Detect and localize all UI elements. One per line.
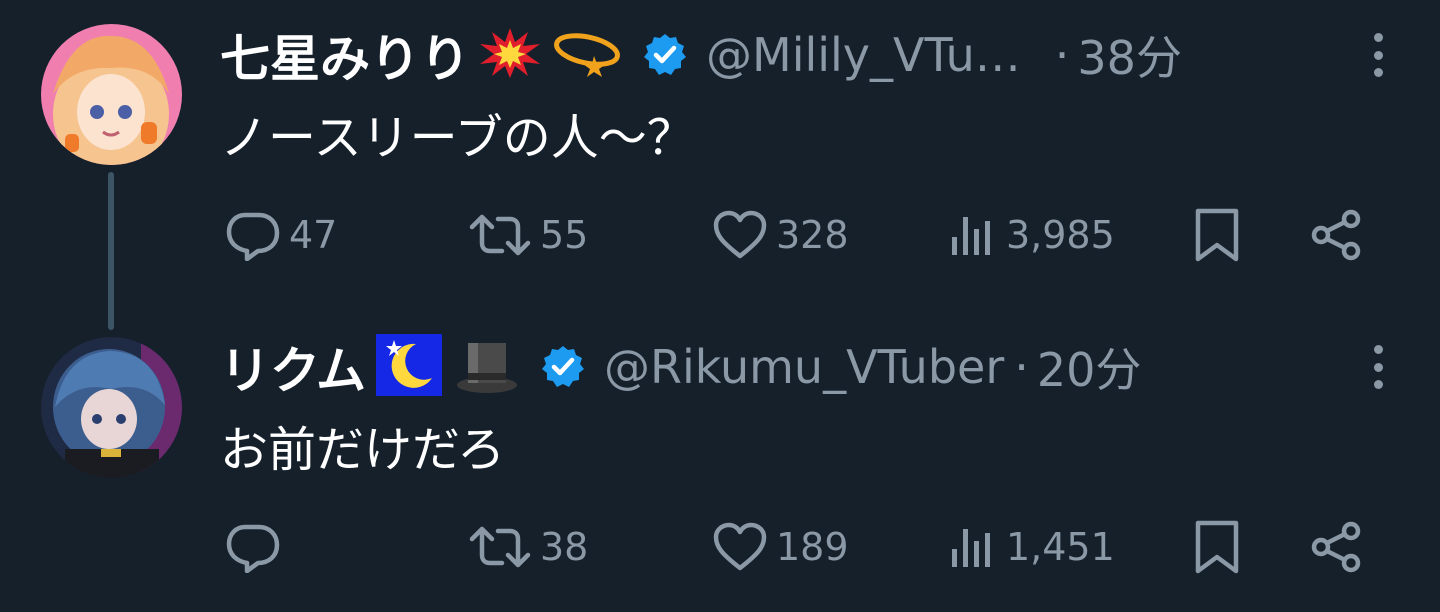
bookmark-icon <box>1195 520 1239 574</box>
views-button[interactable]: 1,451 <box>948 517 1115 577</box>
more-options-icon[interactable] <box>1370 33 1386 77</box>
reply-icon <box>226 212 280 261</box>
share-icon <box>1311 521 1361 573</box>
verified-badge-icon <box>540 344 586 390</box>
top-hat-emoji <box>454 335 520 399</box>
separator-dot: · <box>1054 28 1070 82</box>
retweet-icon <box>469 526 531 568</box>
tweet-header: リクム @Rikumu_VTuber · 20分 <box>220 332 1141 402</box>
reply-icon <box>226 524 280 573</box>
separator-dot: · <box>1014 340 1029 394</box>
share-button[interactable] <box>1308 205 1364 265</box>
action-bar: 47 55 328 3,985 <box>220 205 1380 265</box>
avatar[interactable] <box>41 24 182 165</box>
action-bar: 38 189 1,451 <box>220 517 1380 577</box>
retweet-icon <box>469 214 531 256</box>
like-count: 189 <box>776 525 849 569</box>
retweet-count: 55 <box>540 213 589 257</box>
like-button[interactable]: 189 <box>712 517 849 577</box>
crescent-moon-emoji <box>376 334 442 400</box>
avatar[interactable] <box>41 337 182 478</box>
timestamp[interactable]: 38分 <box>1077 22 1182 88</box>
more-options-icon[interactable] <box>1370 345 1386 389</box>
handle[interactable]: @Rikumu_VTuber <box>604 340 1004 394</box>
collision-emoji <box>478 26 542 84</box>
display-name[interactable]: リクム <box>220 331 366 403</box>
thread-connector-line <box>108 172 114 330</box>
retweet-count: 38 <box>540 525 589 569</box>
views-button[interactable]: 3,985 <box>948 205 1115 265</box>
tweet-header: 七星みりり @Milily_VTu… · 38分 <box>220 20 1182 90</box>
dizzy-emoji <box>552 28 622 82</box>
bookmark-icon <box>1195 208 1239 262</box>
share-button[interactable] <box>1308 517 1364 577</box>
heart-icon <box>713 210 767 259</box>
display-name[interactable]: 七星みりり <box>220 19 470 91</box>
share-icon <box>1311 209 1361 261</box>
retweet-button[interactable]: 55 <box>468 205 588 265</box>
reply-button[interactable]: 47 <box>225 205 337 265</box>
retweet-button[interactable]: 38 <box>468 517 588 577</box>
verified-badge-icon <box>642 32 688 78</box>
views-count: 1,451 <box>1006 525 1115 569</box>
views-count: 3,985 <box>1006 213 1115 257</box>
tweet-text: お前だけだろ <box>220 422 506 478</box>
views-chart-icon <box>952 217 990 255</box>
tweet-text: ノースリーブの人〜？ <box>220 110 695 166</box>
timestamp[interactable]: 20分 <box>1037 334 1142 400</box>
bookmark-button[interactable] <box>1192 205 1242 265</box>
reply-count: 47 <box>289 213 338 257</box>
like-count: 328 <box>776 213 849 257</box>
like-button[interactable]: 328 <box>712 205 849 265</box>
views-chart-icon <box>952 529 990 567</box>
bookmark-button[interactable] <box>1192 517 1242 577</box>
heart-icon <box>713 522 767 571</box>
handle[interactable]: @Milily_VTu… <box>706 28 1021 82</box>
reply-button[interactable] <box>225 517 289 577</box>
